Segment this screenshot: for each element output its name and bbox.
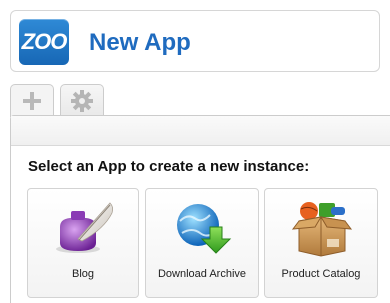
tab-configuration[interactable] <box>60 84 104 116</box>
app-card-download-archive[interactable]: Download Archive <box>145 188 259 298</box>
tab-new-app[interactable] <box>10 84 54 117</box>
tab-bar <box>10 84 380 117</box>
page-title: New App <box>89 29 191 56</box>
globe-download-icon <box>146 199 258 255</box>
panel-body: Select an App to create a new instance: <box>11 146 390 303</box>
panel-toolbar <box>11 116 390 146</box>
app-header: ZOO New App <box>10 10 380 72</box>
plus-icon <box>22 91 42 111</box>
product-box-icon <box>265 199 377 257</box>
app-card-blog[interactable]: Blog <box>27 188 139 298</box>
app-card-product-catalog[interactable]: Product Catalog <box>264 188 378 298</box>
app-label-product-catalog: Product Catalog <box>281 268 361 280</box>
app-label-blog: Blog <box>71 268 95 280</box>
app-label-download-archive: Download Archive <box>157 268 247 280</box>
gear-icon <box>71 89 93 112</box>
zoo-logo: ZOO <box>19 19 69 65</box>
ink-quill-icon <box>28 199 138 255</box>
new-app-panel: Select an App to create a new instance: <box>10 115 390 303</box>
instruction-text: Select an App to create a new instance: <box>28 158 310 175</box>
